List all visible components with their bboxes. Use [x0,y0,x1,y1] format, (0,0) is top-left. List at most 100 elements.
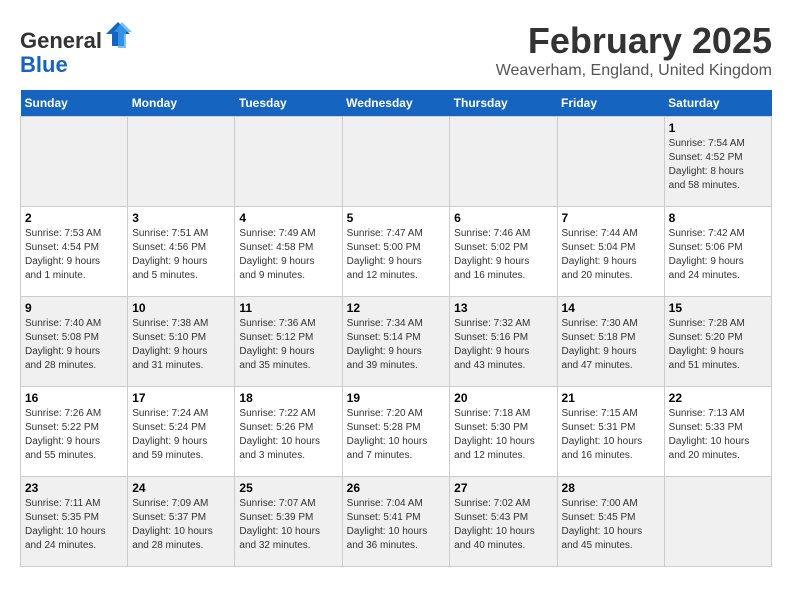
day-number: 7 [562,211,660,225]
title-block: February 2025 Weaverham, England, United… [496,20,772,80]
day-info: Sunrise: 7:40 AM Sunset: 5:08 PM Dayligh… [25,317,123,373]
calendar-week-row: 1 Sunrise: 7:54 AM Sunset: 4:52 PM Daylig… [21,117,772,207]
day-info: Sunrise: 7:15 AM Sunset: 5:31 PM Dayligh… [562,407,660,463]
day-number: 14 [562,301,660,315]
calendar-cell [235,117,342,207]
calendar-cell: 9 Sunrise: 7:40 AM Sunset: 5:08 PM Daylig… [21,297,128,387]
calendar-cell: 24 Sunrise: 7:09 AM Sunset: 5:37 PM Dayli… [128,477,235,567]
calendar-cell: 19 Sunrise: 7:20 AM Sunset: 5:28 PM Dayli… [342,387,450,477]
month-title: February 2025 [496,20,772,62]
calendar-cell: 27 Sunrise: 7:02 AM Sunset: 5:43 PM Dayli… [450,477,557,567]
calendar-cell: 7 Sunrise: 7:44 AM Sunset: 5:04 PM Daylig… [557,207,664,297]
weekday-header: Wednesday [342,90,450,117]
calendar-cell: 21 Sunrise: 7:15 AM Sunset: 5:31 PM Dayli… [557,387,664,477]
calendar-cell [128,117,235,207]
day-number: 16 [25,391,123,405]
day-info: Sunrise: 7:28 AM Sunset: 5:20 PM Dayligh… [669,317,767,373]
location-subtitle: Weaverham, England, United Kingdom [496,62,772,80]
day-number: 5 [347,211,446,225]
logo-general-text: General [20,28,102,53]
day-info: Sunrise: 7:30 AM Sunset: 5:18 PM Dayligh… [562,317,660,373]
calendar-week-row: 16 Sunrise: 7:26 AM Sunset: 5:22 PM Dayli… [21,387,772,477]
day-number: 4 [239,211,337,225]
day-info: Sunrise: 7:36 AM Sunset: 5:12 PM Dayligh… [239,317,337,373]
calendar-cell: 1 Sunrise: 7:54 AM Sunset: 4:52 PM Daylig… [664,117,771,207]
day-number: 23 [25,481,123,495]
calendar-cell: 5 Sunrise: 7:47 AM Sunset: 5:00 PM Daylig… [342,207,450,297]
weekday-header: Tuesday [235,90,342,117]
day-number: 3 [132,211,230,225]
logo-icon [104,20,132,48]
day-info: Sunrise: 7:07 AM Sunset: 5:39 PM Dayligh… [239,497,337,553]
calendar-cell: 10 Sunrise: 7:38 AM Sunset: 5:10 PM Dayli… [128,297,235,387]
day-number: 15 [669,301,767,315]
day-info: Sunrise: 7:02 AM Sunset: 5:43 PM Dayligh… [454,497,552,553]
weekday-header: Friday [557,90,664,117]
day-number: 26 [347,481,446,495]
day-number: 22 [669,391,767,405]
calendar-week-row: 9 Sunrise: 7:40 AM Sunset: 5:08 PM Daylig… [21,297,772,387]
day-info: Sunrise: 7:00 AM Sunset: 5:45 PM Dayligh… [562,497,660,553]
day-info: Sunrise: 7:24 AM Sunset: 5:24 PM Dayligh… [132,407,230,463]
day-info: Sunrise: 7:53 AM Sunset: 4:54 PM Dayligh… [25,227,123,283]
day-info: Sunrise: 7:04 AM Sunset: 5:41 PM Dayligh… [347,497,446,553]
day-number: 11 [239,301,337,315]
calendar-cell: 11 Sunrise: 7:36 AM Sunset: 5:12 PM Dayli… [235,297,342,387]
logo-blue-text: Blue [20,52,68,77]
day-number: 21 [562,391,660,405]
calendar-cell: 13Sunrise: 7:32 AM Sunset: 5:16 PM Dayli… [450,297,557,387]
calendar-table: SundayMondayTuesdayWednesdayThursdayFrid… [20,90,772,567]
calendar-cell: 15 Sunrise: 7:28 AM Sunset: 5:20 PM Dayli… [664,297,771,387]
day-info: Sunrise: 7:09 AM Sunset: 5:37 PM Dayligh… [132,497,230,553]
calendar-cell [664,477,771,567]
day-info: Sunrise: 7:26 AM Sunset: 5:22 PM Dayligh… [25,407,123,463]
day-number: 25 [239,481,337,495]
weekday-header: Sunday [21,90,128,117]
calendar-cell: 12Sunrise: 7:34 AM Sunset: 5:14 PM Dayli… [342,297,450,387]
calendar-week-row: 23 Sunrise: 7:11 AM Sunset: 5:35 PM Dayli… [21,477,772,567]
day-number: 24 [132,481,230,495]
day-number: 18 [239,391,337,405]
calendar-cell [450,117,557,207]
day-number: 12 [347,301,446,315]
logo: General Blue [20,20,132,77]
calendar-cell: 25 Sunrise: 7:07 AM Sunset: 5:39 PM Dayli… [235,477,342,567]
day-number: 17 [132,391,230,405]
day-info: Sunrise: 7:22 AM Sunset: 5:26 PM Dayligh… [239,407,337,463]
weekday-header: Saturday [664,90,771,117]
day-info: Sunrise: 7:54 AM Sunset: 4:52 PM Dayligh… [669,137,767,193]
calendar-cell [21,117,128,207]
calendar-cell: 2 Sunrise: 7:53 AM Sunset: 4:54 PM Daylig… [21,207,128,297]
day-number: 1 [669,121,767,135]
day-info: Sunrise: 7:47 AM Sunset: 5:00 PM Dayligh… [347,227,446,283]
calendar-cell: 3 Sunrise: 7:51 AM Sunset: 4:56 PM Daylig… [128,207,235,297]
weekday-header: Thursday [450,90,557,117]
day-info: Sunrise: 7:13 AM Sunset: 5:33 PM Dayligh… [669,407,767,463]
day-number: 20 [454,391,552,405]
calendar-cell: 4Sunrise: 7:49 AM Sunset: 4:58 PM Daylig… [235,207,342,297]
day-number: 9 [25,301,123,315]
calendar-cell [557,117,664,207]
day-info: Sunrise: 7:18 AM Sunset: 5:30 PM Dayligh… [454,407,552,463]
day-number: 28 [562,481,660,495]
day-info: Sunrise: 7:44 AM Sunset: 5:04 PM Dayligh… [562,227,660,283]
day-info: Sunrise: 7:32 AM Sunset: 5:16 PM Dayligh… [454,317,552,373]
weekday-header-row: SundayMondayTuesdayWednesdayThursdayFrid… [21,90,772,117]
calendar-cell: 28 Sunrise: 7:00 AM Sunset: 5:45 PM Dayli… [557,477,664,567]
day-info: Sunrise: 7:51 AM Sunset: 4:56 PM Dayligh… [132,227,230,283]
day-info: Sunrise: 7:38 AM Sunset: 5:10 PM Dayligh… [132,317,230,373]
day-number: 19 [347,391,446,405]
calendar-cell: 26 Sunrise: 7:04 AM Sunset: 5:41 PM Dayli… [342,477,450,567]
day-number: 10 [132,301,230,315]
calendar-cell: 14 Sunrise: 7:30 AM Sunset: 5:18 PM Dayli… [557,297,664,387]
calendar-cell: 18 Sunrise: 7:22 AM Sunset: 5:26 PM Dayli… [235,387,342,477]
day-info: Sunrise: 7:11 AM Sunset: 5:35 PM Dayligh… [25,497,123,553]
calendar-cell: 6Sunrise: 7:46 AM Sunset: 5:02 PM Daylig… [450,207,557,297]
calendar-cell: 17 Sunrise: 7:24 AM Sunset: 5:24 PM Dayli… [128,387,235,477]
day-number: 27 [454,481,552,495]
day-info: Sunrise: 7:20 AM Sunset: 5:28 PM Dayligh… [347,407,446,463]
calendar-cell: 23 Sunrise: 7:11 AM Sunset: 5:35 PM Dayli… [21,477,128,567]
calendar-cell: 22 Sunrise: 7:13 AM Sunset: 5:33 PM Dayli… [664,387,771,477]
day-info: Sunrise: 7:42 AM Sunset: 5:06 PM Dayligh… [669,227,767,283]
day-number: 2 [25,211,123,225]
